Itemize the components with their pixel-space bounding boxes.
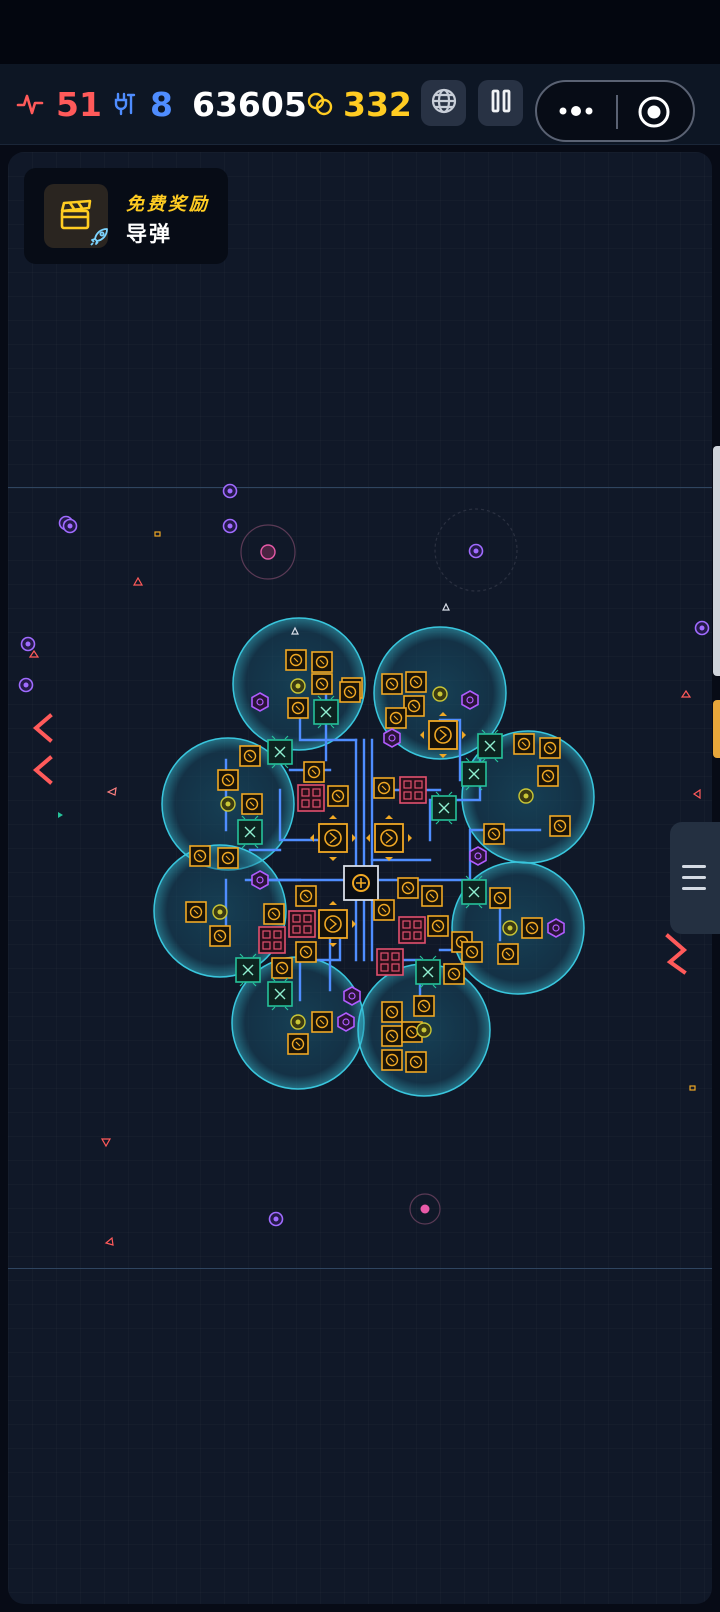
battlefield[interactable] <box>0 0 720 1612</box>
hazard-markers <box>32 713 688 975</box>
core-module[interactable] <box>343 865 379 901</box>
side-menu-button[interactable] <box>670 822 720 934</box>
enemy-range-rings <box>240 508 518 1225</box>
